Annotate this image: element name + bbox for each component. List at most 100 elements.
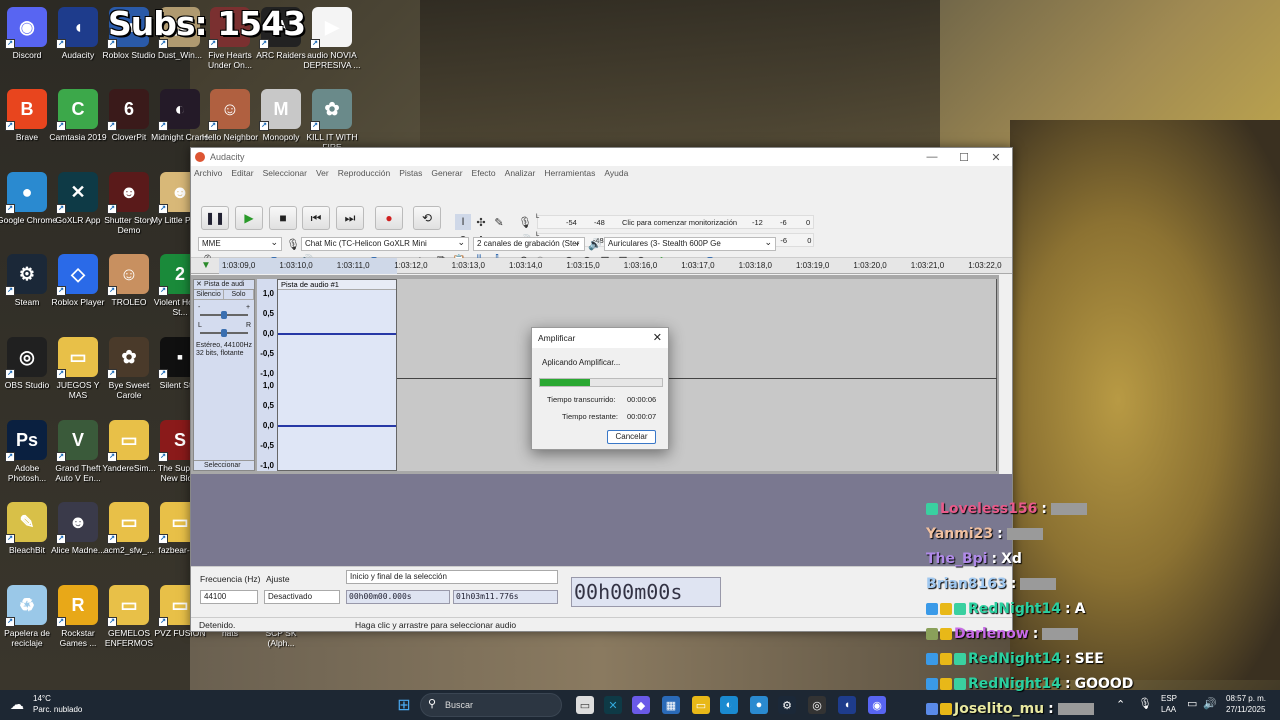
search-box[interactable]: Buscar bbox=[420, 693, 562, 717]
play-head-icon[interactable]: ▼ bbox=[201, 260, 211, 271]
remaining-value: 00:00:07 bbox=[627, 412, 657, 421]
skip-end-button[interactable]: ⏭ bbox=[336, 206, 364, 230]
slider-knob[interactable] bbox=[221, 311, 227, 319]
shortcut-arrow-icon: ↗ bbox=[56, 369, 66, 379]
track-empty-area[interactable] bbox=[397, 279, 997, 471]
minimize-button[interactable]: — bbox=[916, 151, 948, 163]
app-icon: B ↗ bbox=[5, 89, 47, 131]
desktop-icon-label: audio NOVIA DEPRESIVA ... bbox=[303, 50, 361, 70]
menu-item[interactable]: Seleccionar bbox=[263, 168, 307, 178]
shortcut-arrow-icon: ↗ bbox=[5, 452, 15, 462]
menu-item[interactable]: Archivo bbox=[194, 168, 222, 178]
audio-clip[interactable]: Pista de audio #1 bbox=[277, 279, 397, 471]
copilot-icon[interactable]: ◆ bbox=[632, 696, 650, 714]
stop-button[interactable]: ■ bbox=[269, 206, 297, 230]
amplitude-tick: -0,5 bbox=[260, 441, 274, 450]
goxlr-taskbar-icon[interactable]: ✕ bbox=[604, 696, 622, 714]
menu-item[interactable]: Herramientas bbox=[544, 168, 595, 178]
discord-taskbar-icon[interactable]: ◉ bbox=[868, 696, 886, 714]
wallpaper-bottom bbox=[190, 630, 1010, 690]
menu-item[interactable]: Analizar bbox=[505, 168, 536, 178]
app-icon: ◖ ↗ bbox=[56, 7, 98, 49]
snap-label: Ajuste bbox=[266, 574, 290, 584]
waveform-left bbox=[278, 333, 396, 335]
maximize-button[interactable]: ☐ bbox=[948, 151, 980, 164]
desktop-icon[interactable]: ▶ ↗ audio NOVIA DEPRESIVA ... bbox=[302, 7, 362, 70]
selection-end-time[interactable]: 01h03m11.776s bbox=[453, 590, 558, 604]
chat-badge-icon bbox=[954, 652, 966, 665]
chat-separator: : bbox=[1048, 700, 1054, 717]
mute-button[interactable]: Silencio bbox=[194, 290, 224, 299]
skip-start-button[interactable]: ⏮ bbox=[302, 206, 330, 230]
slider-knob[interactable] bbox=[221, 329, 227, 337]
lang-layout[interactable]: LAA bbox=[1161, 705, 1176, 714]
gain-slider[interactable] bbox=[200, 311, 248, 319]
loop-button[interactable]: ⟲ bbox=[413, 206, 441, 230]
menu-item[interactable]: Pistas bbox=[399, 168, 422, 178]
chrome-icon[interactable]: ● bbox=[750, 696, 768, 714]
selection-mode-select[interactable]: Inicio y final de la selección bbox=[346, 570, 558, 584]
close-button[interactable]: ✕ bbox=[980, 151, 1012, 164]
app-icon: ☻ ↗ bbox=[107, 172, 149, 214]
envelope-tool-icon[interactable]: ✣ bbox=[473, 214, 489, 230]
edge-icon[interactable]: ◐ bbox=[720, 696, 738, 714]
app-icon: M ↗ bbox=[259, 89, 301, 131]
menu-item[interactable]: Ayuda bbox=[604, 168, 628, 178]
app-icon: ◐ ↗ bbox=[158, 89, 200, 131]
recording-meter[interactable]: L -54 -48 Clic para comenzar monitorizac… bbox=[536, 214, 814, 229]
task-view-icon[interactable]: ▭ bbox=[576, 696, 594, 714]
solo-button[interactable]: Solo bbox=[224, 290, 254, 299]
weather-icon[interactable]: ☁ bbox=[10, 696, 24, 713]
network-icon[interactable]: ▭ bbox=[1187, 697, 1197, 710]
lang-code[interactable]: ESP bbox=[1161, 694, 1177, 703]
steam-taskbar-icon[interactable]: ⚙ bbox=[778, 696, 796, 714]
timeline-tick: 1:03:10,0 bbox=[279, 261, 313, 270]
recording-device-select[interactable]: Chat Mic (TC-Helicon GoXLR Mini bbox=[301, 237, 469, 251]
menu-item[interactable]: Reproducción bbox=[338, 168, 390, 178]
explorer-icon[interactable]: ▭ bbox=[692, 696, 710, 714]
app-icon: ✿ ↗ bbox=[310, 89, 352, 131]
app-icon: Ps ↗ bbox=[5, 420, 47, 462]
project-background[interactable] bbox=[191, 474, 1012, 566]
cancel-button[interactable]: Cancelar bbox=[607, 430, 656, 444]
chat-message: Darlenow: bbox=[926, 621, 1133, 646]
start-icon[interactable]: ⊞ bbox=[395, 696, 413, 714]
freq-select[interactable]: 44100 bbox=[200, 590, 258, 604]
select-track-button[interactable]: Seleccionar bbox=[194, 460, 254, 470]
audacity-taskbar-icon[interactable]: ◖ bbox=[838, 696, 856, 714]
menu-item[interactable]: Ver bbox=[316, 168, 329, 178]
clock-time[interactable]: 08:57 p. m. bbox=[1226, 694, 1266, 703]
clip-title[interactable]: Pista de audio #1 bbox=[278, 280, 396, 290]
pause-button[interactable]: ❚❚ bbox=[201, 206, 229, 230]
tray-mic-icon[interactable]: 🎙 bbox=[1138, 697, 1152, 710]
draw-tool-icon[interactable]: ✎ bbox=[491, 214, 507, 230]
shortcut-arrow-icon: ↗ bbox=[158, 534, 168, 544]
volume-icon[interactable]: 🔊 bbox=[1203, 697, 1217, 710]
dialog-close-icon[interactable]: ✕ bbox=[653, 328, 662, 348]
selection-start-time[interactable]: 00h00m00.000s bbox=[346, 590, 450, 604]
host-select[interactable]: MME bbox=[198, 237, 282, 251]
clock-date[interactable]: 27/11/2025 bbox=[1226, 705, 1265, 714]
record-button[interactable]: ● bbox=[375, 206, 403, 230]
desktop-icon[interactable]: ✿↗KILL IT WITH FIRE bbox=[302, 89, 362, 152]
chat-username: RedNight14 bbox=[968, 675, 1061, 692]
chat-text: A bbox=[1074, 600, 1086, 617]
pan-slider[interactable] bbox=[200, 329, 248, 337]
track-name-menu[interactable]: Pista de audi bbox=[194, 280, 254, 290]
snap-select[interactable]: Desactivado bbox=[264, 590, 340, 604]
obs-taskbar-icon[interactable]: ◎ bbox=[808, 696, 826, 714]
channels-select[interactable]: 2 canales de grabación (Ster bbox=[473, 237, 585, 251]
playback-device-select[interactable]: Auriculares (3- Stealth 600P Ge bbox=[604, 237, 776, 251]
weather-desc[interactable]: Parc. nublado bbox=[33, 705, 82, 714]
selection-tool-icon[interactable]: I bbox=[455, 214, 471, 230]
audio-position-display[interactable]: 00h00m00s bbox=[571, 577, 721, 607]
amplitude-tick: -1,0 bbox=[260, 369, 274, 378]
store-icon[interactable]: ▦ bbox=[662, 696, 680, 714]
timeline-ruler[interactable]: ▼ 1:03:09,0 1:03:10,0 1:03:11,0 1:03:12,0 1:… bbox=[191, 258, 1012, 274]
weather-temp[interactable]: 14°C bbox=[33, 694, 51, 703]
menu-item[interactable]: Efecto bbox=[472, 168, 496, 178]
menu-item[interactable]: Generar bbox=[431, 168, 462, 178]
menu-item[interactable]: Editar bbox=[231, 168, 253, 178]
play-button[interactable]: ▶ bbox=[235, 206, 263, 230]
shortcut-arrow-icon: ↗ bbox=[158, 286, 168, 296]
